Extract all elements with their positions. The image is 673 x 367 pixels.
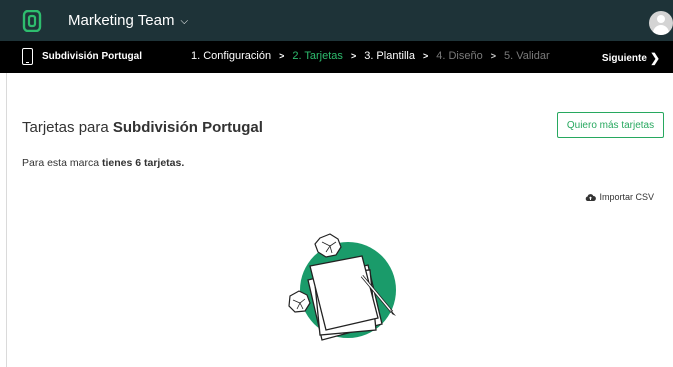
brand-logo-icon[interactable] [21, 10, 43, 32]
page-title-brand: Subdivisión Portugal [112, 119, 263, 136]
next-button[interactable]: Siguiente ❯ [602, 51, 660, 65]
step-tarjetas[interactable]: 2. Tarjetas [292, 50, 343, 62]
cards-count-text: Para esta marca tienes 6 tarjetas. [22, 157, 184, 169]
team-selector[interactable]: Marketing Team ⌵ [68, 12, 188, 29]
step-separator-icon: > [279, 51, 285, 61]
step-separator-icon: > [350, 51, 357, 61]
import-csv-button[interactable]: Importar CSV [585, 192, 654, 202]
next-label: Siguiente [601, 52, 647, 64]
import-csv-label: Importar CSV [599, 192, 654, 202]
page-title-prefix: Tarjetas para [22, 119, 109, 136]
cards-count-value: tienes 6 tarjetas. [101, 157, 185, 169]
step-plantilla[interactable]: 3. Plantilla [364, 50, 415, 62]
step-diseno: 4. Diseño [436, 50, 483, 62]
content-border [6, 73, 7, 367]
step-separator-icon: > [422, 51, 429, 61]
more-cards-button[interactable]: Quiero más tarjetas [557, 112, 664, 138]
cloud-upload-icon [586, 193, 597, 201]
avatar-icon[interactable] [649, 11, 673, 35]
chevron-down-icon: ⌵ [180, 15, 189, 27]
team-name: Marketing Team [68, 12, 175, 29]
cards-count-prefix: Para esta marca [22, 157, 100, 169]
chevron-right-icon: ❯ [649, 51, 660, 65]
empty-cards-illustration [286, 232, 400, 348]
top-bar: Marketing Team ⌵ [0, 0, 673, 41]
step-validar: 5. Validar [503, 50, 550, 62]
page-title: Tarjetas para Subdivisión Portugal [22, 119, 263, 136]
mobile-device-icon [22, 48, 33, 65]
step-navigation: 1. Configuración > 2. Tarjetas > 3. Plan… [191, 50, 550, 62]
step-bar: Subdivisión Portugal 1. Configuración > … [0, 41, 673, 73]
brand-name: Subdivisión Portugal [42, 51, 143, 62]
step-separator-icon: > [490, 51, 496, 61]
step-configuracion[interactable]: 1. Configuración [191, 50, 271, 62]
